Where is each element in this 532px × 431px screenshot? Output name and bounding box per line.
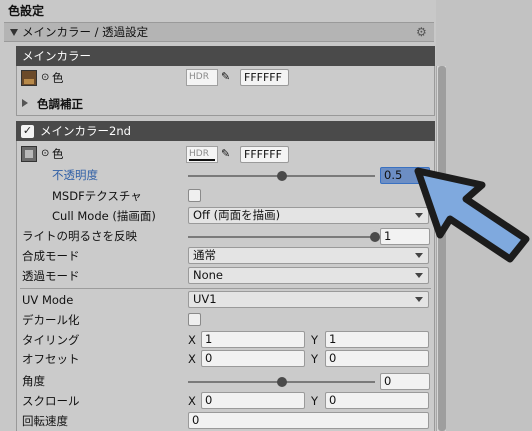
alpha-mode-value: None <box>193 268 224 282</box>
eyedropper-icon[interactable]: ✎ <box>221 70 230 84</box>
section-title: 色設定 <box>8 4 45 18</box>
angle-slider-thumb[interactable] <box>276 377 287 387</box>
cull-mode-dropdown[interactable]: Off (両面を描画) <box>188 207 429 224</box>
main-color-2nd-header: ✓ メインカラー2nd <box>16 121 435 141</box>
tiling-y-label[interactable]: Y <box>311 333 318 347</box>
expand-triangle-icon[interactable] <box>22 99 28 107</box>
angle-label: 角度 <box>22 374 45 388</box>
scroll-x-field[interactable]: 0 <box>201 392 305 409</box>
hdr-label: HDR <box>189 72 209 82</box>
offset-label: オフセット <box>22 352 80 366</box>
main-color-title: メインカラー <box>22 49 91 63</box>
cull-mode-label: Cull Mode (描画面) <box>52 209 156 223</box>
texture-thumbnail-icon[interactable] <box>21 146 37 162</box>
color-dot-icon: ⊙ <box>41 148 50 159</box>
group-header-label: メインカラー / 透過設定 <box>22 25 149 39</box>
msdf-label: MSDFテクスチャ <box>52 189 142 203</box>
hex-color-field[interactable]: FFFFFF <box>240 69 289 86</box>
divider <box>20 288 431 289</box>
light-label: ライトの明るさを反映 <box>22 229 137 243</box>
color-correction-label[interactable]: 色調補正 <box>37 97 83 111</box>
hex-color-field[interactable]: FFFFFF <box>240 146 289 163</box>
main-color-label: 色 <box>52 71 64 85</box>
uv-mode-dropdown[interactable]: UV1 <box>188 291 429 308</box>
main-color-2nd-title: メインカラー2nd <box>40 124 131 138</box>
eyedropper-icon[interactable]: ✎ <box>221 147 230 161</box>
alpha-mode-label: 透過モード <box>22 269 80 283</box>
hdr-label: HDR <box>189 149 209 159</box>
tiling-x-field[interactable]: 1 <box>201 331 305 348</box>
angle-value-field[interactable]: 0 <box>380 373 430 390</box>
tiling-y-field[interactable]: 1 <box>325 331 429 348</box>
main-color-header: メインカラー <box>16 46 435 66</box>
collapse-triangle-icon[interactable] <box>10 29 18 36</box>
blend-mode-dropdown[interactable]: 通常 <box>188 247 429 264</box>
alpha-mode-dropdown[interactable]: None <box>188 267 429 284</box>
uv-mode-value: UV1 <box>193 292 217 306</box>
scroll-y-field[interactable]: 0 <box>325 392 429 409</box>
tiling-x-label[interactable]: X <box>188 333 196 347</box>
annotation-arrow-icon <box>414 167 530 263</box>
offset-x-field[interactable]: 0 <box>201 350 305 367</box>
color-dot-icon: ⊙ <box>41 72 50 83</box>
group-header[interactable]: メインカラー / 透過設定 ⚙ <box>4 22 434 42</box>
scroll-label: スクロール <box>22 394 80 408</box>
offset-y-field[interactable]: 0 <box>325 350 429 367</box>
chevron-down-icon <box>415 273 423 278</box>
offset-x-label[interactable]: X <box>188 352 196 366</box>
opacity-slider-thumb[interactable] <box>276 171 287 181</box>
scroll-x-label[interactable]: X <box>188 394 196 408</box>
blend-mode-label: 合成モード <box>22 249 80 263</box>
rotation-speed-field[interactable]: 0 <box>188 412 429 429</box>
rotation-speed-label: 回転速度 <box>22 414 68 428</box>
chevron-down-icon <box>415 297 423 302</box>
enable-checkbox[interactable]: ✓ <box>21 125 34 138</box>
decal-label: デカール化 <box>22 313 80 327</box>
cull-mode-value: Off (両面を描画) <box>193 208 281 222</box>
opacity-label: 不透明度 <box>52 168 98 182</box>
light-slider-thumb[interactable] <box>370 232 380 242</box>
light-slider-track[interactable] <box>188 236 375 238</box>
hdr-color-swatch[interactable]: HDR <box>186 69 218 86</box>
color-2nd-label: 色 <box>52 147 64 161</box>
blend-mode-value: 通常 <box>193 248 216 262</box>
scroll-y-label[interactable]: Y <box>311 394 318 408</box>
offset-y-label[interactable]: Y <box>311 352 318 366</box>
texture-thumbnail-icon[interactable] <box>21 70 37 86</box>
uv-mode-label: UV Mode <box>22 293 74 307</box>
gear-icon[interactable]: ⚙ <box>416 26 427 38</box>
decal-checkbox[interactable] <box>188 313 201 326</box>
hdr-color-swatch[interactable]: HDR <box>186 146 218 163</box>
tiling-label: タイリング <box>22 333 80 347</box>
msdf-checkbox[interactable] <box>188 189 201 202</box>
